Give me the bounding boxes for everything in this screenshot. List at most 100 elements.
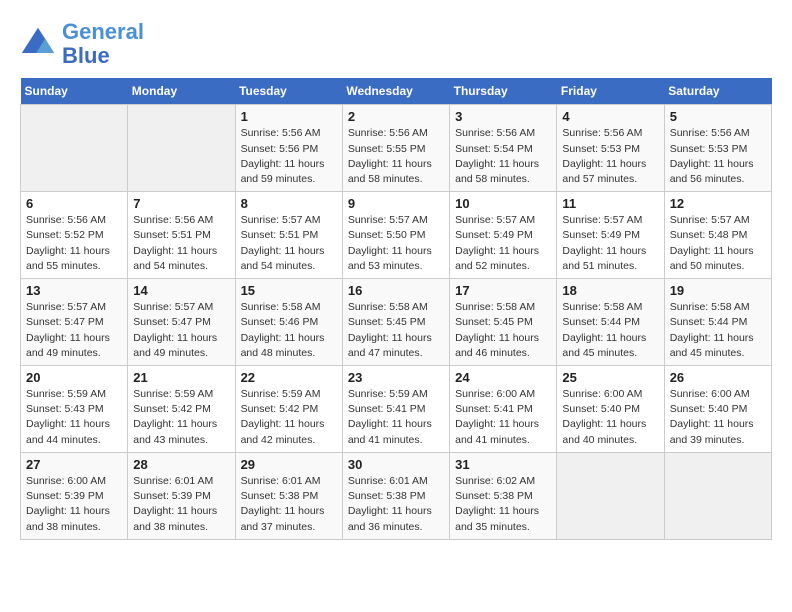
calendar-cell: 22Sunrise: 5:59 AM Sunset: 5:42 PM Dayli… <box>235 366 342 453</box>
calendar-cell: 1 Sunrise: 5:56 AM Sunset: 5:56 PM Daylig… <box>235 105 342 192</box>
cell-details: Sunrise: 6:00 AM Sunset: 5:41 PM Dayligh… <box>455 387 551 448</box>
day-number: 3 <box>455 109 551 124</box>
calendar-cell: 30 Sunrise: 6:01 AM Sunset: 5:38 PM Dayli… <box>342 452 449 539</box>
day-number: 27 <box>26 457 122 472</box>
logo-icon <box>20 26 56 62</box>
calendar-cell: 19Sunrise: 5:58 AM Sunset: 5:44 PM Dayli… <box>664 279 771 366</box>
cell-details: Sunrise: 5:58 AM Sunset: 5:45 PM Dayligh… <box>455 300 551 361</box>
calendar-cell: 3 Sunrise: 5:56 AM Sunset: 5:54 PM Daylig… <box>450 105 557 192</box>
calendar-cell: 29 Sunrise: 6:01 AM Sunset: 5:38 PM Dayli… <box>235 452 342 539</box>
cell-details: Sunrise: 5:59 AM Sunset: 5:42 PM Dayligh… <box>133 387 229 448</box>
day-number: 28 <box>133 457 229 472</box>
cell-details: Sunrise: 6:00 AM Sunset: 5:40 PM Dayligh… <box>670 387 766 448</box>
day-number: 1 <box>241 109 337 124</box>
day-number: 10 <box>455 196 551 211</box>
cell-details: Sunrise: 5:56 AM Sunset: 5:56 PM Dayligh… <box>241 126 337 187</box>
calendar-cell: 17Sunrise: 5:58 AM Sunset: 5:45 PM Dayli… <box>450 279 557 366</box>
calendar-cell: 9 Sunrise: 5:57 AM Sunset: 5:50 PM Daylig… <box>342 192 449 279</box>
calendar-cell: 2 Sunrise: 5:56 AM Sunset: 5:55 PM Daylig… <box>342 105 449 192</box>
cell-details: Sunrise: 5:57 AM Sunset: 5:47 PM Dayligh… <box>26 300 122 361</box>
calendar-cell: 24Sunrise: 6:00 AM Sunset: 5:41 PM Dayli… <box>450 366 557 453</box>
calendar-cell: 16 Sunrise: 5:58 AM Sunset: 5:45 PM Dayli… <box>342 279 449 366</box>
weekday-header-monday: Monday <box>128 78 235 105</box>
calendar-cell: 11 Sunrise: 5:57 AM Sunset: 5:49 PM Dayli… <box>557 192 664 279</box>
cell-details: Sunrise: 5:58 AM Sunset: 5:45 PM Dayligh… <box>348 300 444 361</box>
day-number: 7 <box>133 196 229 211</box>
day-number: 16 <box>348 283 444 298</box>
calendar-week-5: 27 Sunrise: 6:00 AM Sunset: 5:39 PM Dayli… <box>21 452 772 539</box>
cell-details: Sunrise: 5:56 AM Sunset: 5:53 PM Dayligh… <box>670 126 766 187</box>
day-number: 18 <box>562 283 658 298</box>
calendar-cell <box>21 105 128 192</box>
day-number: 12 <box>670 196 766 211</box>
weekday-header-saturday: Saturday <box>664 78 771 105</box>
calendar-week-1: 1 Sunrise: 5:56 AM Sunset: 5:56 PM Daylig… <box>21 105 772 192</box>
day-number: 30 <box>348 457 444 472</box>
cell-details: Sunrise: 5:59 AM Sunset: 5:42 PM Dayligh… <box>241 387 337 448</box>
day-number: 23 <box>348 370 444 385</box>
weekday-header-friday: Friday <box>557 78 664 105</box>
calendar-cell: 6 Sunrise: 5:56 AM Sunset: 5:52 PM Daylig… <box>21 192 128 279</box>
day-number: 29 <box>241 457 337 472</box>
logo: General Blue <box>20 20 144 68</box>
day-number: 14 <box>133 283 229 298</box>
calendar-cell: 25 Sunrise: 6:00 AM Sunset: 5:40 PM Dayli… <box>557 366 664 453</box>
day-number: 13 <box>26 283 122 298</box>
cell-details: Sunrise: 5:57 AM Sunset: 5:47 PM Dayligh… <box>133 300 229 361</box>
calendar-week-2: 6 Sunrise: 5:56 AM Sunset: 5:52 PM Daylig… <box>21 192 772 279</box>
day-number: 25 <box>562 370 658 385</box>
calendar-cell: 23 Sunrise: 5:59 AM Sunset: 5:41 PM Dayli… <box>342 366 449 453</box>
calendar-cell: 15 Sunrise: 5:58 AM Sunset: 5:46 PM Dayli… <box>235 279 342 366</box>
cell-details: Sunrise: 5:59 AM Sunset: 5:41 PM Dayligh… <box>348 387 444 448</box>
calendar-header: SundayMondayTuesdayWednesdayThursdayFrid… <box>21 78 772 105</box>
day-number: 20 <box>26 370 122 385</box>
calendar-week-4: 20Sunrise: 5:59 AM Sunset: 5:43 PM Dayli… <box>21 366 772 453</box>
weekday-header-thursday: Thursday <box>450 78 557 105</box>
cell-details: Sunrise: 5:56 AM Sunset: 5:55 PM Dayligh… <box>348 126 444 187</box>
day-number: 19 <box>670 283 766 298</box>
day-number: 5 <box>670 109 766 124</box>
calendar-cell: 21 Sunrise: 5:59 AM Sunset: 5:42 PM Dayli… <box>128 366 235 453</box>
weekday-header-sunday: Sunday <box>21 78 128 105</box>
cell-details: Sunrise: 5:57 AM Sunset: 5:49 PM Dayligh… <box>562 213 658 274</box>
day-number: 31 <box>455 457 551 472</box>
cell-details: Sunrise: 6:00 AM Sunset: 5:40 PM Dayligh… <box>562 387 658 448</box>
calendar-cell: 10 Sunrise: 5:57 AM Sunset: 5:49 PM Dayli… <box>450 192 557 279</box>
day-number: 26 <box>670 370 766 385</box>
cell-details: Sunrise: 5:56 AM Sunset: 5:54 PM Dayligh… <box>455 126 551 187</box>
calendar-week-3: 13 Sunrise: 5:57 AM Sunset: 5:47 PM Dayli… <box>21 279 772 366</box>
cell-details: Sunrise: 5:57 AM Sunset: 5:49 PM Dayligh… <box>455 213 551 274</box>
day-number: 2 <box>348 109 444 124</box>
cell-details: Sunrise: 5:57 AM Sunset: 5:51 PM Dayligh… <box>241 213 337 274</box>
cell-details: Sunrise: 6:01 AM Sunset: 5:38 PM Dayligh… <box>348 474 444 535</box>
calendar-cell: 18 Sunrise: 5:58 AM Sunset: 5:44 PM Dayli… <box>557 279 664 366</box>
cell-details: Sunrise: 5:56 AM Sunset: 5:52 PM Dayligh… <box>26 213 122 274</box>
cell-details: Sunrise: 5:58 AM Sunset: 5:46 PM Dayligh… <box>241 300 337 361</box>
day-number: 11 <box>562 196 658 211</box>
cell-details: Sunrise: 5:57 AM Sunset: 5:50 PM Dayligh… <box>348 213 444 274</box>
cell-details: Sunrise: 6:00 AM Sunset: 5:39 PM Dayligh… <box>26 474 122 535</box>
day-number: 6 <box>26 196 122 211</box>
day-number: 8 <box>241 196 337 211</box>
cell-details: Sunrise: 6:01 AM Sunset: 5:38 PM Dayligh… <box>241 474 337 535</box>
logo-text: General Blue <box>62 20 144 68</box>
calendar-cell: 28Sunrise: 6:01 AM Sunset: 5:39 PM Dayli… <box>128 452 235 539</box>
calendar-cell: 13 Sunrise: 5:57 AM Sunset: 5:47 PM Dayli… <box>21 279 128 366</box>
calendar-cell: 27 Sunrise: 6:00 AM Sunset: 5:39 PM Dayli… <box>21 452 128 539</box>
calendar-cell: 12Sunrise: 5:57 AM Sunset: 5:48 PM Dayli… <box>664 192 771 279</box>
day-number: 15 <box>241 283 337 298</box>
cell-details: Sunrise: 6:02 AM Sunset: 5:38 PM Dayligh… <box>455 474 551 535</box>
weekday-header-wednesday: Wednesday <box>342 78 449 105</box>
calendar-cell <box>557 452 664 539</box>
calendar-cell: 26 Sunrise: 6:00 AM Sunset: 5:40 PM Dayli… <box>664 366 771 453</box>
day-number: 21 <box>133 370 229 385</box>
calendar-cell: 7Sunrise: 5:56 AM Sunset: 5:51 PM Daylig… <box>128 192 235 279</box>
weekday-header-tuesday: Tuesday <box>235 78 342 105</box>
calendar-cell: 5 Sunrise: 5:56 AM Sunset: 5:53 PM Daylig… <box>664 105 771 192</box>
day-number: 9 <box>348 196 444 211</box>
calendar-cell: 8 Sunrise: 5:57 AM Sunset: 5:51 PM Daylig… <box>235 192 342 279</box>
day-number: 4 <box>562 109 658 124</box>
page-header: General Blue <box>20 20 772 68</box>
cell-details: Sunrise: 5:58 AM Sunset: 5:44 PM Dayligh… <box>562 300 658 361</box>
calendar-cell: 20Sunrise: 5:59 AM Sunset: 5:43 PM Dayli… <box>21 366 128 453</box>
